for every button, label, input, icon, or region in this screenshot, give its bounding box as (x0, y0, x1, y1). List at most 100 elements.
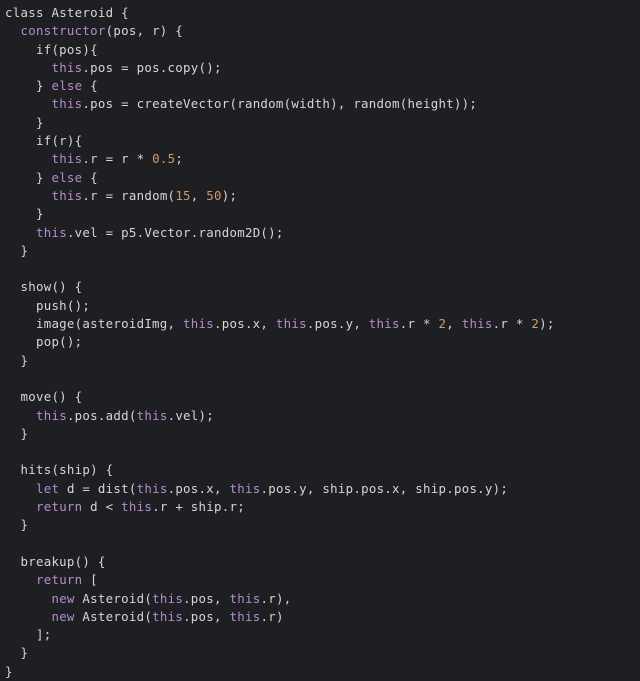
code-token-keyword: constructor (20, 23, 106, 39)
code-token-default: } (5, 114, 44, 130)
code-editor[interactable]: class Asteroid { constructor(pos, r) { i… (0, 0, 640, 679)
code-line[interactable]: } (0, 114, 640, 132)
code-line[interactable]: this.vel = p5.Vector.random2D(); (0, 224, 640, 242)
code-line[interactable]: this.r = r * 0.5; (0, 150, 640, 168)
code-token-default: .pos = createVector(random(width), rando… (82, 96, 478, 112)
code-token-this: this (51, 96, 83, 112)
code-token-this: this (152, 608, 184, 624)
code-line[interactable]: new Asteroid(this.pos, this.r) (0, 608, 640, 626)
code-line[interactable]: pop(); (0, 333, 640, 351)
code-line[interactable]: } (0, 242, 640, 260)
code-token-default: Asteroid( (74, 608, 153, 624)
code-token-default (5, 151, 51, 166)
code-token-default: .vel); (167, 407, 215, 423)
code-line[interactable]: } (0, 516, 640, 534)
code-line[interactable]: } (0, 352, 640, 370)
code-token-default (5, 23, 20, 38)
code-line[interactable]: return [ (0, 571, 640, 589)
code-line[interactable]: image(asteroidImg, this.pos.x, this.pos.… (0, 315, 640, 333)
code-token-default (5, 481, 36, 496)
code-line[interactable] (0, 260, 640, 278)
code-token-this: this (275, 316, 307, 332)
code-line[interactable]: } (0, 205, 640, 223)
code-line[interactable]: breakup() { (0, 553, 640, 571)
code-line[interactable]: move() { (0, 388, 640, 406)
code-token-default: .r) (260, 608, 284, 624)
code-token-default: .r = r * (82, 151, 153, 167)
code-line[interactable] (0, 535, 640, 553)
code-token-default: move() { (5, 389, 83, 405)
code-token-default: .r * (492, 316, 532, 332)
code-token-default: .r), (260, 590, 292, 606)
code-token-default: .vel = p5.Vector.random2D(); (66, 224, 284, 240)
code-line[interactable]: return d < this.r + ship.r; (0, 498, 640, 516)
code-token-default: if(r){ (5, 133, 83, 149)
code-token-default: { (82, 169, 98, 185)
code-line[interactable]: let d = dist(this.pos.x, this.pos.y, shi… (0, 480, 640, 498)
code-token-default: .pos.y, (306, 316, 369, 332)
code-token-default: } (5, 169, 52, 185)
code-token-keyword: new (51, 590, 75, 606)
code-line[interactable]: class Asteroid { (0, 4, 640, 22)
code-token-number: 2 (531, 316, 540, 332)
code-token-default: d < (82, 499, 122, 515)
code-token-default (5, 60, 51, 75)
code-line[interactable]: ]; (0, 626, 640, 644)
code-line[interactable]: show() { (0, 278, 640, 296)
code-token-number: 50 (206, 187, 222, 203)
code-text-area[interactable]: class Asteroid { constructor(pos, r) { i… (0, 4, 640, 681)
code-token-class: Asteroid (51, 5, 114, 20)
code-token-number: 15 (175, 187, 191, 203)
code-line[interactable]: constructor(pos, r) { (0, 22, 640, 40)
code-line[interactable]: new Asteroid(this.pos, this.r), (0, 590, 640, 608)
code-line[interactable]: hits(ship) { (0, 461, 640, 479)
code-token-default (5, 591, 51, 606)
code-token-default: ); (539, 316, 555, 332)
code-token-default: ); (221, 187, 238, 203)
code-line[interactable]: } (0, 663, 640, 681)
code-token-blank (5, 261, 13, 276)
code-token-default: { (82, 78, 98, 94)
code-line[interactable]: if(r){ (0, 132, 640, 150)
code-token-default: [ (82, 572, 98, 588)
code-token-default (5, 225, 36, 240)
code-line[interactable] (0, 370, 640, 388)
code-token-this: this (35, 407, 67, 423)
code-token-default: } (5, 425, 29, 441)
code-line[interactable]: this.pos = createVector(random(width), r… (0, 95, 640, 113)
code-line[interactable]: this.pos.add(this.vel); (0, 407, 640, 425)
code-token-this: this (461, 316, 493, 332)
code-token-blank (5, 536, 13, 551)
code-token-blank (5, 371, 13, 386)
code-line[interactable]: this.r = random(15, 50); (0, 187, 640, 205)
code-token-default: Asteroid( (74, 590, 153, 606)
code-line[interactable]: } else { (0, 169, 640, 187)
code-token-keyword: new (51, 608, 75, 624)
code-token-default: .pos, (183, 608, 230, 624)
code-line[interactable] (0, 443, 640, 461)
code-token-this: this (51, 59, 83, 75)
code-token-default (5, 609, 51, 624)
code-token-default: class (5, 5, 44, 20)
code-token-default (5, 96, 51, 111)
code-token-default: , (446, 316, 462, 332)
code-token-default: ]; (5, 627, 52, 643)
code-line[interactable]: } (0, 644, 640, 662)
code-line[interactable]: push(); (0, 297, 640, 315)
code-token-keyword: let (35, 480, 60, 496)
code-line[interactable]: if(pos){ (0, 41, 640, 59)
code-token-default: ; (175, 151, 184, 167)
code-token-default: } (5, 517, 29, 533)
code-line[interactable]: } else { (0, 77, 640, 95)
code-token-default: d = dist( (59, 480, 137, 496)
code-token-this: this (368, 316, 400, 332)
code-token-default: if(pos){ (5, 41, 98, 57)
code-token-this: this (136, 407, 168, 423)
code-token-default (5, 572, 36, 587)
code-token-this: this (51, 151, 83, 167)
code-token-this: this (51, 187, 83, 203)
code-token-this: this (183, 316, 214, 332)
code-line[interactable]: } (0, 425, 640, 443)
code-token-default: breakup() { (5, 553, 106, 569)
code-line[interactable]: this.pos = pos.copy(); (0, 59, 640, 77)
